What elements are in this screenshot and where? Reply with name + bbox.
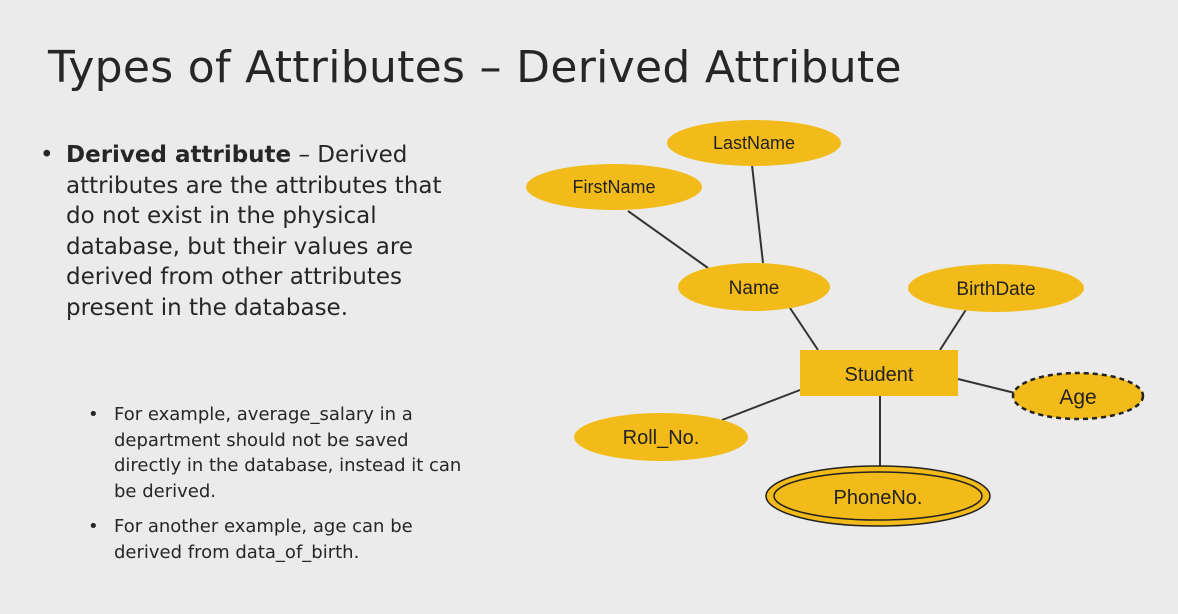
attribute-label: Name <box>729 278 780 299</box>
attribute-lastname: LastName <box>667 120 841 166</box>
connector-age-student <box>957 378 1016 394</box>
attribute-label: LastName <box>713 133 795 153</box>
connector-lastname-name <box>751 164 764 264</box>
er-diagram: FirstName LastName Name BirthDate Studen… <box>526 120 1145 527</box>
entity-student: Student <box>800 350 958 396</box>
attribute-name: Name <box>678 263 830 311</box>
connector-rollno-student <box>721 389 801 421</box>
attribute-phoneno-multivalued: PhoneNo. <box>765 465 991 527</box>
attribute-age-derived: Age <box>1011 371 1145 421</box>
slide: Types of Attributes – Derived Attribute … <box>0 0 1178 614</box>
connector-birthdate-student <box>939 307 968 351</box>
entity-label: Student <box>845 364 914 386</box>
attribute-label: Age <box>1059 386 1096 409</box>
attribute-label: BirthDate <box>956 279 1035 300</box>
attribute-rollno: Roll_No. <box>574 413 748 461</box>
connector-firstname-name <box>627 210 709 269</box>
attribute-label: FirstName <box>572 177 655 197</box>
attribute-label: Roll_No. <box>623 427 700 449</box>
connector-name-student <box>789 307 819 351</box>
attribute-label: PhoneNo. <box>834 487 923 509</box>
attribute-firstname: FirstName <box>526 164 702 210</box>
attribute-birthdate: BirthDate <box>908 264 1084 312</box>
